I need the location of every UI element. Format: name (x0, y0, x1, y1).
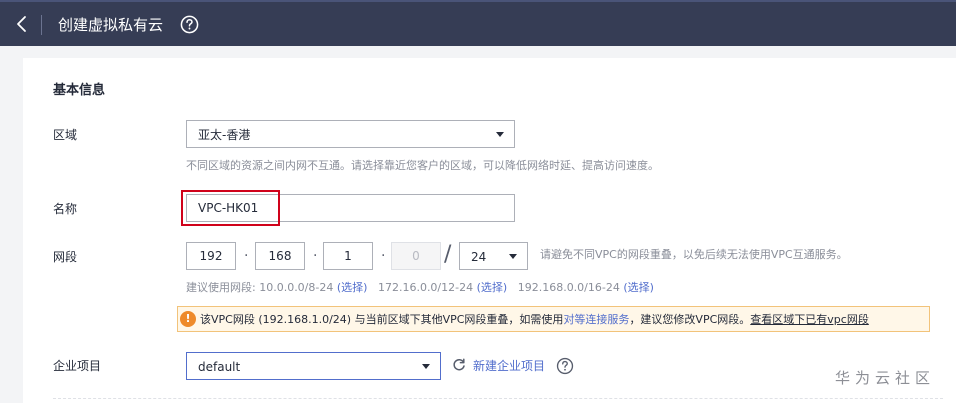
name-label: 名称 (53, 202, 78, 216)
page-title: 创建虚拟私有云 (58, 16, 164, 34)
cidr-octet-4-input (391, 242, 441, 270)
view-region-vpc-link[interactable]: 查看区域下已有vpc网段 (750, 313, 869, 326)
name-input[interactable] (186, 194, 515, 222)
suggest-select-link-1[interactable]: (选择) (337, 281, 368, 294)
help-icon[interactable] (180, 15, 199, 34)
cidr-dot: · (381, 248, 386, 264)
top-header: 创建虚拟私有云 (0, 0, 956, 46)
cidr-hint: 请避免不同VPC的网段重叠，以免后续无法使用VPC互通服务。 (540, 248, 848, 261)
suggest-select-link-2[interactable]: (选择) (477, 281, 508, 294)
section-title: 基本信息 (53, 83, 106, 98)
cidr-dot: · (244, 248, 249, 264)
new-enterprise-project-link[interactable]: 新建企业项目 (473, 358, 545, 374)
cidr-mask-select[interactable]: 24 (459, 242, 528, 270)
suggest-select-link-3[interactable]: (选择) (623, 281, 654, 294)
region-select[interactable]: 亚太-香港 (186, 120, 515, 148)
cidr-dot: · (313, 248, 318, 264)
suggest-value-2: 172.16.0.0/12-24 (377, 281, 474, 294)
region-select-value: 亚太-香港 (198, 128, 251, 142)
enterprise-select[interactable]: default (186, 352, 441, 380)
header-divider (41, 15, 42, 35)
refresh-icon[interactable] (452, 358, 466, 372)
cidr-mask-value: 24 (471, 250, 487, 264)
overlap-warning: ! 该VPC网段 (192.168.1.0/24) 与当前区域下其他VPC网段重… (177, 306, 930, 332)
back-button[interactable] (10, 12, 36, 36)
cidr-octet-2-input[interactable] (255, 242, 305, 270)
section-divider (53, 398, 943, 399)
cidr-octet-1-input[interactable] (186, 242, 236, 270)
enterprise-select-value: default (198, 360, 241, 374)
caret-down-icon (509, 254, 517, 259)
suggest-value-1: 10.0.0.0/8-24 (259, 281, 334, 294)
suggest-value-3: 192.168.0.0/16-24 (517, 281, 620, 294)
chevron-left-icon (17, 16, 26, 32)
warning-icon: ! (180, 311, 196, 327)
watermark: 华为云社区 (835, 369, 936, 387)
help-icon[interactable] (556, 357, 574, 375)
region-label: 区域 (53, 128, 78, 142)
caret-down-icon (496, 132, 504, 137)
warning-text-before: 该VPC网段 (192.168.1.0/24) 与当前区域下其他VPC网段重叠，… (200, 313, 564, 326)
cidr-label: 网段 (53, 250, 78, 264)
warning-text: 该VPC网段 (192.168.1.0/24) 与当前区域下其他VPC网段重叠，… (200, 312, 869, 328)
region-hint: 不同区域的资源之间内网不互通。请选择靠近您客户的区域，可以降低网络时延、提高访问… (186, 159, 659, 172)
cidr-suggestions: 建议使用网段: 10.0.0.0/8-24 (选择) 172.16.0.0/12… (186, 280, 654, 296)
enterprise-label: 企业项目 (53, 359, 102, 373)
cidr-octet-3-input[interactable] (323, 242, 373, 270)
cidr-slash: / (444, 242, 452, 267)
warning-text-mid: ，建议您修改VPC网段。 (629, 313, 751, 326)
suggest-prefix: 建议使用网段: (186, 281, 260, 294)
form-card (23, 58, 956, 403)
peering-service-link[interactable]: 对等连接服务 (563, 313, 629, 326)
caret-down-icon (422, 364, 430, 369)
